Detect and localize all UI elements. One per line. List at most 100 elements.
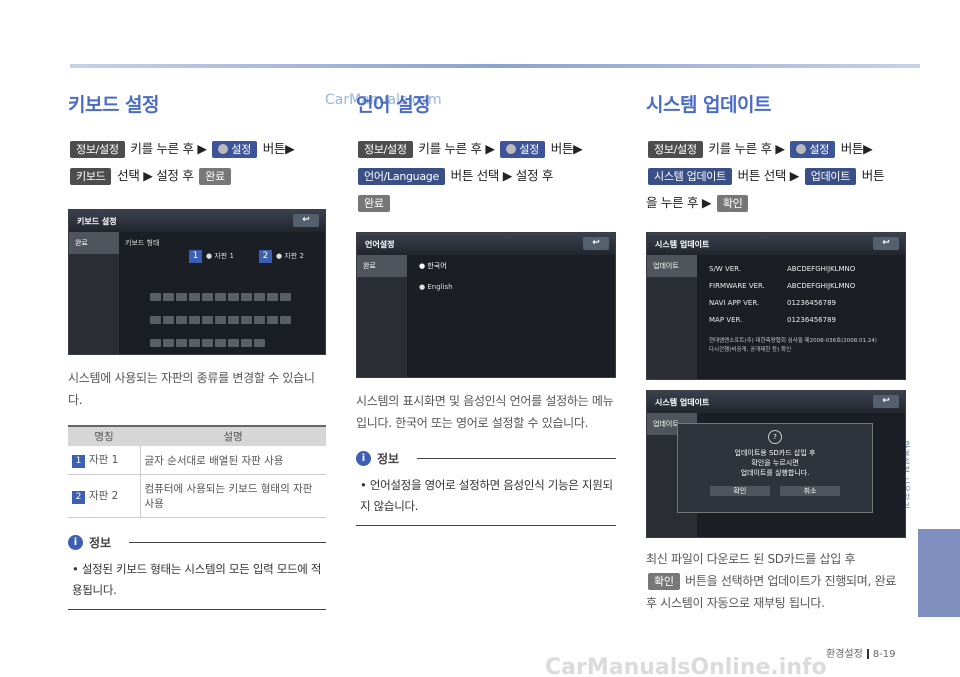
settings-button: 설정 xyxy=(212,141,257,158)
version-value: ABCDEFGHIJKLMNO xyxy=(787,265,855,273)
confirm-button: 확인 xyxy=(717,195,749,212)
watermark: CarManualsOnline.info xyxy=(545,655,827,677)
step-text: 키를 누른 후 ▶ xyxy=(708,141,784,156)
keyboard-preview xyxy=(149,286,292,351)
layout-option-1: 1● 자판 1 xyxy=(189,250,234,263)
update-section: 시스템 업데이트 정보/설정 키를 누른 후 ▶ 설정 버튼▶ 시스템 업데이트… xyxy=(646,90,906,614)
info-settings-button: 정보/설정 xyxy=(70,141,125,158)
row-key-label: 자판 1 xyxy=(89,454,118,466)
gear-icon xyxy=(796,144,806,154)
dialog-ok-button: 확인 xyxy=(710,486,770,496)
dialog-line-1: 업데이트용 SD카드 삽입 후 xyxy=(678,448,872,458)
info-settings-button: 정보/설정 xyxy=(358,141,413,158)
info-title: 정보 xyxy=(89,534,111,551)
side-update: 업데이트 xyxy=(647,255,697,277)
side-done: 완료 xyxy=(357,255,407,277)
info-box: i 정보 • 언어설정을 영어로 설정하면 음성인식 기능은 지원되지 않습니다. xyxy=(356,450,616,526)
question-icon: ? xyxy=(768,430,782,444)
version-row: S/W VER.ABCDEFGHIJKLMNO xyxy=(709,261,855,278)
screen-header: 시스템 업데이트 ↩ xyxy=(647,391,905,413)
version-key: S/W VER. xyxy=(709,261,787,278)
back-icon: ↩ xyxy=(293,214,319,227)
update-screen-2: 시스템 업데이트↩ 업데이트 ? 업데이트용 SD카드 삽입 후 확인을 누르시… xyxy=(646,390,906,538)
back-icon: ↩ xyxy=(873,237,899,250)
system-update-button: 시스템 업데이트 xyxy=(648,168,732,185)
para-1: 최신 파일이 다운로드 된 SD카드를 삽입 후 xyxy=(646,552,855,566)
step-text: 버튼▶ xyxy=(841,141,873,156)
screen-title: 언어설정 xyxy=(365,240,394,249)
back-icon: ↩ xyxy=(583,237,609,250)
row-label: 키보드 형태 xyxy=(125,238,159,248)
info-settings-button: 정보/설정 xyxy=(648,141,703,158)
update-dialog: ? 업데이트용 SD카드 삽입 후 확인을 누르시면 업데이트를 실행합니다. … xyxy=(677,423,873,513)
layout-option-2: 2● 자판 2 xyxy=(259,250,304,263)
back-icon: ↩ xyxy=(873,395,899,408)
lang-korean-label: 한국어 xyxy=(427,262,446,270)
screen-title: 시스템 업데이트 xyxy=(655,398,709,407)
screen-title: 시스템 업데이트 xyxy=(655,240,709,249)
keyboard-section: 키보드 설정 정보/설정 키를 누른 후 ▶ 설정 버튼▶ 키보드 선택 ▶ 설… xyxy=(68,90,326,610)
screen-header: 시스템 업데이트 ↩ xyxy=(647,233,905,255)
screen-side: 완료 xyxy=(357,255,407,377)
info-box: i정보 • 설정된 키보드 형태는 시스템의 모든 입력 모드에 적용됩니다. xyxy=(68,534,326,610)
settings-label: 설정 xyxy=(809,143,829,156)
steps: 정보/설정 키를 누른 후 ▶ 설정 버튼▶ 언어/Language 버튼 선택… xyxy=(356,135,616,216)
settings-label: 설정 xyxy=(519,143,539,156)
screen-side: 완료 xyxy=(69,232,119,354)
update-screen-1: 시스템 업데이트 ↩ 업데이트 S/W VER.ABCDEFGHIJKLMNOFI… xyxy=(646,232,906,380)
keyboard-screen: 키보드 설정 ↩ 완료 키보드 형태 1● 자판 1 2● 자판 2 xyxy=(68,209,326,355)
table-header-desc: 설명 xyxy=(140,426,326,446)
para-2: 버튼을 선택하면 업데이트가 진행되며, 완료 후 시스템이 자동으로 재부팅 … xyxy=(646,574,896,610)
settings-label: 설정 xyxy=(231,143,251,156)
version-key: FIRMWARE VER. xyxy=(709,278,787,295)
description: 최신 파일이 다운로드 된 SD카드를 삽입 후 확인 버튼을 선택하면 업데이… xyxy=(646,548,906,614)
settings-button: 설정 xyxy=(790,141,835,158)
language-button: 언어/Language xyxy=(358,168,445,185)
row-value: 컴퓨터에 사용되는 키보드 형태의 자판 사용 xyxy=(140,475,326,518)
section-title: 키보드 설정 xyxy=(68,90,326,117)
step-text: 을 누른 후 ▶ xyxy=(646,195,711,210)
lang-english-label: English xyxy=(427,283,452,291)
version-note: 현대엠엔소프트(주) 대한측량협회 심사필 제2008-036호(2008.01… xyxy=(709,337,877,355)
info-title: 정보 xyxy=(377,450,399,467)
table-header-name: 명칭 xyxy=(68,426,140,446)
step-text: 버튼▶ xyxy=(551,141,583,156)
version-value: ABCDEFGHIJKLMNO xyxy=(787,282,855,290)
step-text: 버튼 xyxy=(862,168,884,183)
info-body: • 언어설정을 영어로 설정하면 음성인식 기능은 지원되지 않습니다. xyxy=(356,467,616,526)
screen-title: 키보드 설정 xyxy=(77,217,117,226)
table-row: 1자판 1글자 순서대로 배열된 자판 사용 xyxy=(68,446,326,475)
option-1-label: 자판 1 xyxy=(214,252,234,260)
version-row: MAP VER.01236456789 xyxy=(709,312,855,329)
note-1: 현대엠엔소프트(주) 대한측량협회 심사필 제2008-036호(2008.01… xyxy=(709,337,877,346)
chapter-tab xyxy=(918,529,960,617)
version-key: MAP VER. xyxy=(709,312,787,329)
step-text: 키를 누른 후 ▶ xyxy=(418,141,494,156)
keyboard-button: 키보드 xyxy=(70,168,111,185)
top-rule xyxy=(70,64,920,68)
language-section: 언어 설정 정보/설정 키를 누른 후 ▶ 설정 버튼▶ 언어/Language… xyxy=(356,90,616,526)
screen-side: 업데이트 xyxy=(647,255,697,379)
done-button: 완료 xyxy=(358,195,390,212)
description: 시스템에 사용되는 자판의 종류를 변경할 수 있습니다. xyxy=(68,367,326,411)
version-value: 01236456789 xyxy=(787,316,836,324)
row-num: 2 xyxy=(72,491,85,504)
confirm-inline-button: 확인 xyxy=(648,573,680,590)
settings-button: 설정 xyxy=(500,141,545,158)
step-text: 선택 ▶ 설정 후 xyxy=(117,168,193,183)
info-icon: i xyxy=(356,451,371,466)
note-2: 다시간행(비공개, 공개제한 등) 확인 xyxy=(709,346,877,355)
done-button: 완료 xyxy=(199,168,231,185)
option-2-label: 자판 2 xyxy=(284,252,304,260)
version-row: NAVI APP VER.01236456789 xyxy=(709,295,855,312)
version-value: 01236456789 xyxy=(787,299,836,307)
version-key: NAVI APP VER. xyxy=(709,295,787,312)
row-key-label: 자판 2 xyxy=(89,490,118,502)
step-text: 버튼 선택 ▶ 설정 후 xyxy=(451,168,553,183)
screen-header: 키보드 설정 ↩ xyxy=(69,210,325,232)
dialog-line-3: 업데이트를 실행합니다. xyxy=(678,468,872,478)
table-row: 2 자판 2 컴퓨터에 사용되는 키보드 형태의 자판 사용 xyxy=(68,475,326,518)
page-footer: 환경설정8-19 xyxy=(826,645,896,660)
step-text: 키를 누른 후 ▶ xyxy=(130,141,206,156)
row-key: 2 자판 2 xyxy=(68,475,140,518)
